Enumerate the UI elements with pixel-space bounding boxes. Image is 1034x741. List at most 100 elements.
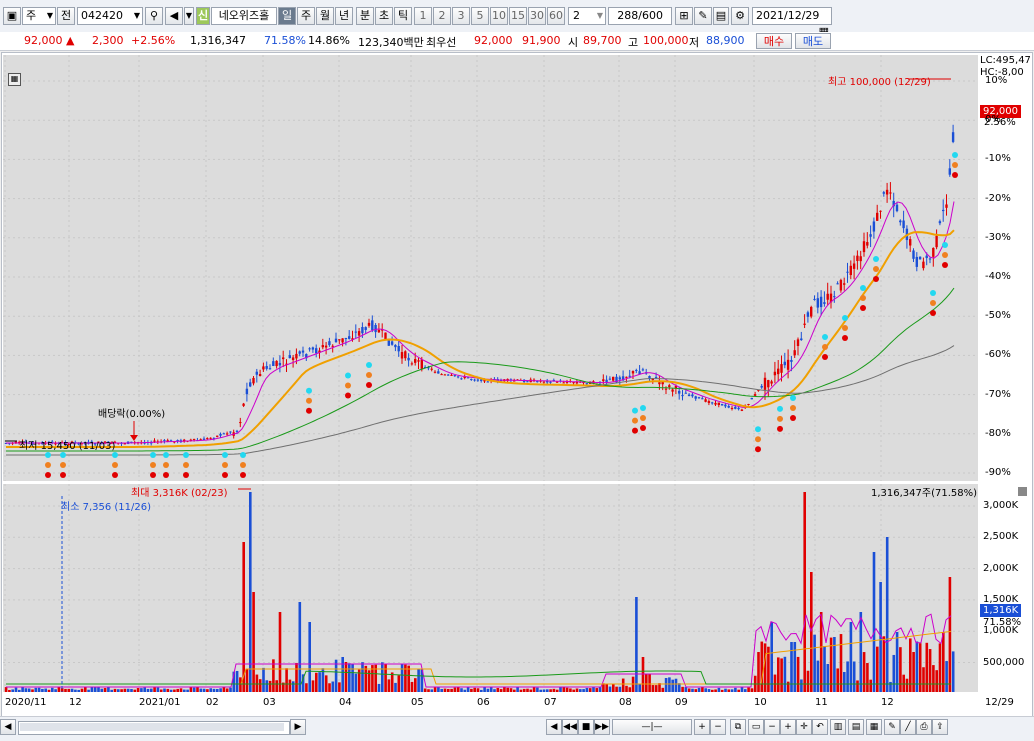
gear-icon[interactable]: ⚙ [731,7,749,25]
copy-icon[interactable]: ⧉ [730,719,746,735]
period-month-button[interactable]: 월 [316,7,334,25]
scrollbar-thumb[interactable] [20,723,284,731]
volume-bar [786,681,790,692]
x-tick-label: 2020/11 [5,697,47,708]
price-pane[interactable]: ▦ 최고 100,000 (12/29) 배당락(0.00%) 최저 15,45… [3,55,978,481]
volume-bar [222,687,226,692]
volume-ratio: 71.58% [264,34,306,47]
pane-close-icon[interactable] [1018,487,1027,496]
volume-bar [295,662,298,692]
volume-bar [579,689,582,692]
zoom-in-icon[interactable]: + [694,719,710,735]
interval-10-button[interactable]: 10 [490,7,508,25]
interval-2-button[interactable]: 2 [433,7,451,25]
volume-bar [328,683,331,692]
period-second-button[interactable]: 초 [375,7,393,25]
speaker-icon[interactable]: ◀ [165,7,183,25]
sell-button[interactable]: 매도 [795,33,831,49]
grid-icon[interactable]: ⊞ [675,7,693,25]
period-year-button[interactable]: 년 [335,7,353,25]
window-icon[interactable]: ▭ [748,719,764,735]
buy-button[interactable]: 매수 [756,33,792,49]
candle-body [328,341,331,346]
code-input[interactable]: 042420 ▼ [77,7,143,25]
minus-icon[interactable]: − [764,719,780,735]
volume-bar [612,684,615,692]
search-icon[interactable]: ⚲ [145,7,163,25]
volume-bar [546,689,549,692]
chart-type-icon[interactable]: ▣ [3,7,21,25]
volume-bar [522,688,526,692]
period-minute-button[interactable]: 분 [356,7,374,25]
volume-bar [100,688,104,692]
chevron-down-icon[interactable]: ▼ [184,7,194,25]
line-icon[interactable]: ╱ [900,719,916,735]
interval-60-button[interactable]: 60 [547,7,565,25]
signal-dot-red [112,472,118,478]
cross-icon[interactable]: ✛ [796,719,812,735]
candle-body [773,371,777,376]
volume-bar [489,687,493,692]
chart-area[interactable]: ▦ 최고 100,000 (12/29) 배당락(0.00%) 최저 15,45… [1,52,1033,717]
volume-bar [348,663,351,692]
draw-icon[interactable]: ✎ [884,719,900,735]
volume-bar [453,687,457,692]
count-select[interactable]: 2 ▼ [568,7,606,25]
period-tick-button[interactable]: 틱 [394,7,412,25]
current-volume-label: 1,316,347주(71.58%) [871,488,978,499]
legend-toggle-icon[interactable]: ▦ [8,73,21,86]
volume-tick-label: 500,000 [983,656,1025,668]
table-icon[interactable]: ▦ [866,719,882,735]
signal-dot-cyan [632,407,638,414]
type2-button[interactable]: 전 [57,7,75,25]
volume-bar [377,683,381,692]
forward-icon[interactable]: ▶▶ [594,719,610,735]
volume-pane[interactable]: 최대 3,316K (02/23) 최소 7,356 (11/26) 1,316… [3,484,978,692]
stop-icon[interactable]: ■ [578,719,594,735]
volume-bar [605,684,608,692]
scroll-prev-icon[interactable]: ◀ [546,719,562,735]
signal-dot-red [942,262,948,268]
range-max: /600 [638,9,663,22]
code-value: 042420 [81,9,123,22]
x-tick-label: 03 [263,697,276,708]
undo-icon[interactable]: ↶ [812,719,828,735]
scroll-left-icon[interactable]: ◀ [0,719,16,735]
zoom-out-icon[interactable]: − [710,719,726,735]
period-day-button[interactable]: 일 [278,7,296,25]
interval-1-button[interactable]: 1 [414,7,432,25]
print-icon[interactable]: ⎙ [916,719,932,735]
volume-bar [503,687,506,692]
signal-dot-orange [860,295,866,301]
interval-3-button[interactable]: 3 [452,7,470,25]
zoom-slider[interactable]: —|— [612,719,692,735]
export-icon[interactable]: ⇪ [932,719,948,735]
stats-icon[interactable]: ▥ [830,719,846,735]
period-week-button[interactable]: 주 [297,7,315,25]
date-input[interactable]: 2021/12/29▦ [752,7,832,38]
volume-bar [595,688,599,692]
scroll-right-icon[interactable]: ▶ [290,719,306,735]
volume-bar [856,680,859,692]
volume-bar [176,688,179,692]
signal-dot-orange [790,405,796,411]
range-field[interactable]: 288/600 [608,7,672,25]
rewind-icon[interactable]: ◀◀ [562,719,578,735]
x-tick-label: 12 [69,697,82,708]
draw-icon[interactable]: ✎ [694,7,712,25]
interval-30-button[interactable]: 30 [528,7,546,25]
interval-5-button[interactable]: 5 [471,7,489,25]
signal-dot-cyan [790,395,796,401]
layout-icon[interactable]: ▤ [848,719,864,735]
volume-bar [819,612,823,692]
save-icon[interactable]: ▤ [713,7,729,25]
signal-dot-cyan [163,452,169,458]
candle-body [225,433,229,435]
candle-body [668,385,671,388]
volume-bar [783,656,787,692]
signal-dot-orange [306,397,312,404]
interval-15-button[interactable]: 15 [509,7,527,25]
volume-bar [866,663,869,692]
plus-icon[interactable]: + [780,719,796,735]
type-select[interactable]: 주 ▼ [22,7,56,25]
